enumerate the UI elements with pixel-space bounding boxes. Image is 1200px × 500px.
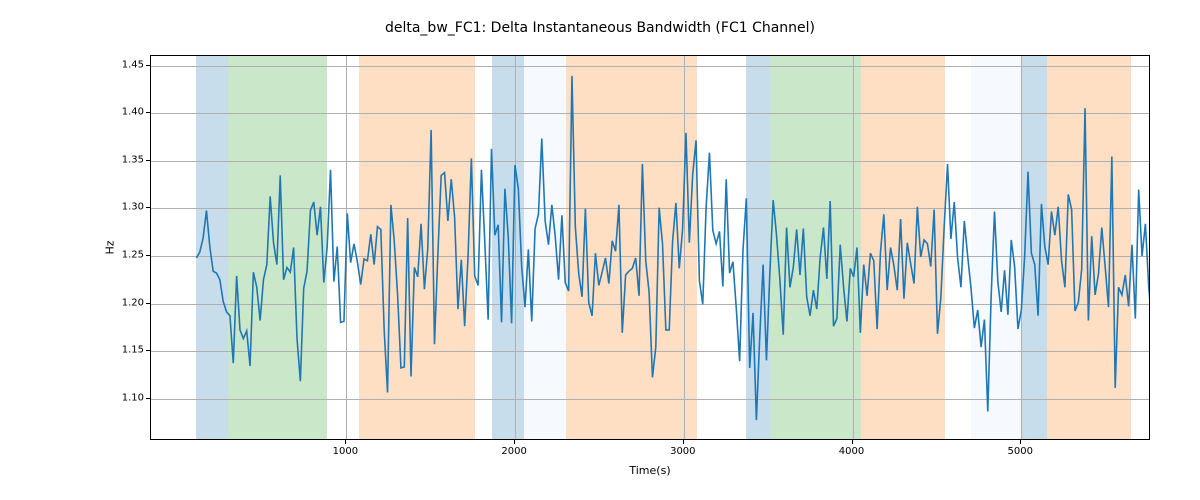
y-tick-mark (146, 303, 150, 304)
y-tick-mark (146, 398, 150, 399)
x-tick-mark (514, 440, 515, 444)
y-tick-label: 1.30 (104, 202, 144, 213)
x-tick-label: 4000 (839, 446, 864, 457)
figure: delta_bw_FC1: Delta Instantaneous Bandwi… (0, 0, 1200, 500)
y-tick-label: 1.25 (104, 250, 144, 261)
series-line (196, 76, 1150, 420)
x-tick-label: 1000 (333, 446, 358, 457)
x-tick-label: 5000 (1008, 446, 1033, 457)
x-tick-mark (1020, 440, 1021, 444)
y-tick-mark (146, 112, 150, 113)
y-tick-label: 1.10 (104, 393, 144, 404)
x-tick-mark (345, 440, 346, 444)
y-tick-mark (146, 350, 150, 351)
x-tick-label: 2000 (501, 446, 526, 457)
x-axis-label: Time(s) (150, 464, 1150, 477)
y-tick-mark (146, 207, 150, 208)
y-tick-label: 1.20 (104, 297, 144, 308)
x-tick-mark (852, 440, 853, 444)
x-tick-label: 3000 (670, 446, 695, 457)
y-tick-label: 1.15 (104, 345, 144, 356)
plot-area (150, 55, 1150, 440)
x-tick-mark (683, 440, 684, 444)
y-tick-label: 1.45 (104, 59, 144, 70)
y-tick-mark (146, 160, 150, 161)
y-tick-label: 1.35 (104, 154, 144, 165)
data-line (151, 56, 1149, 439)
y-tick-mark (146, 65, 150, 66)
y-tick-label: 1.40 (104, 107, 144, 118)
chart-title: delta_bw_FC1: Delta Instantaneous Bandwi… (0, 20, 1200, 36)
y-tick-mark (146, 255, 150, 256)
